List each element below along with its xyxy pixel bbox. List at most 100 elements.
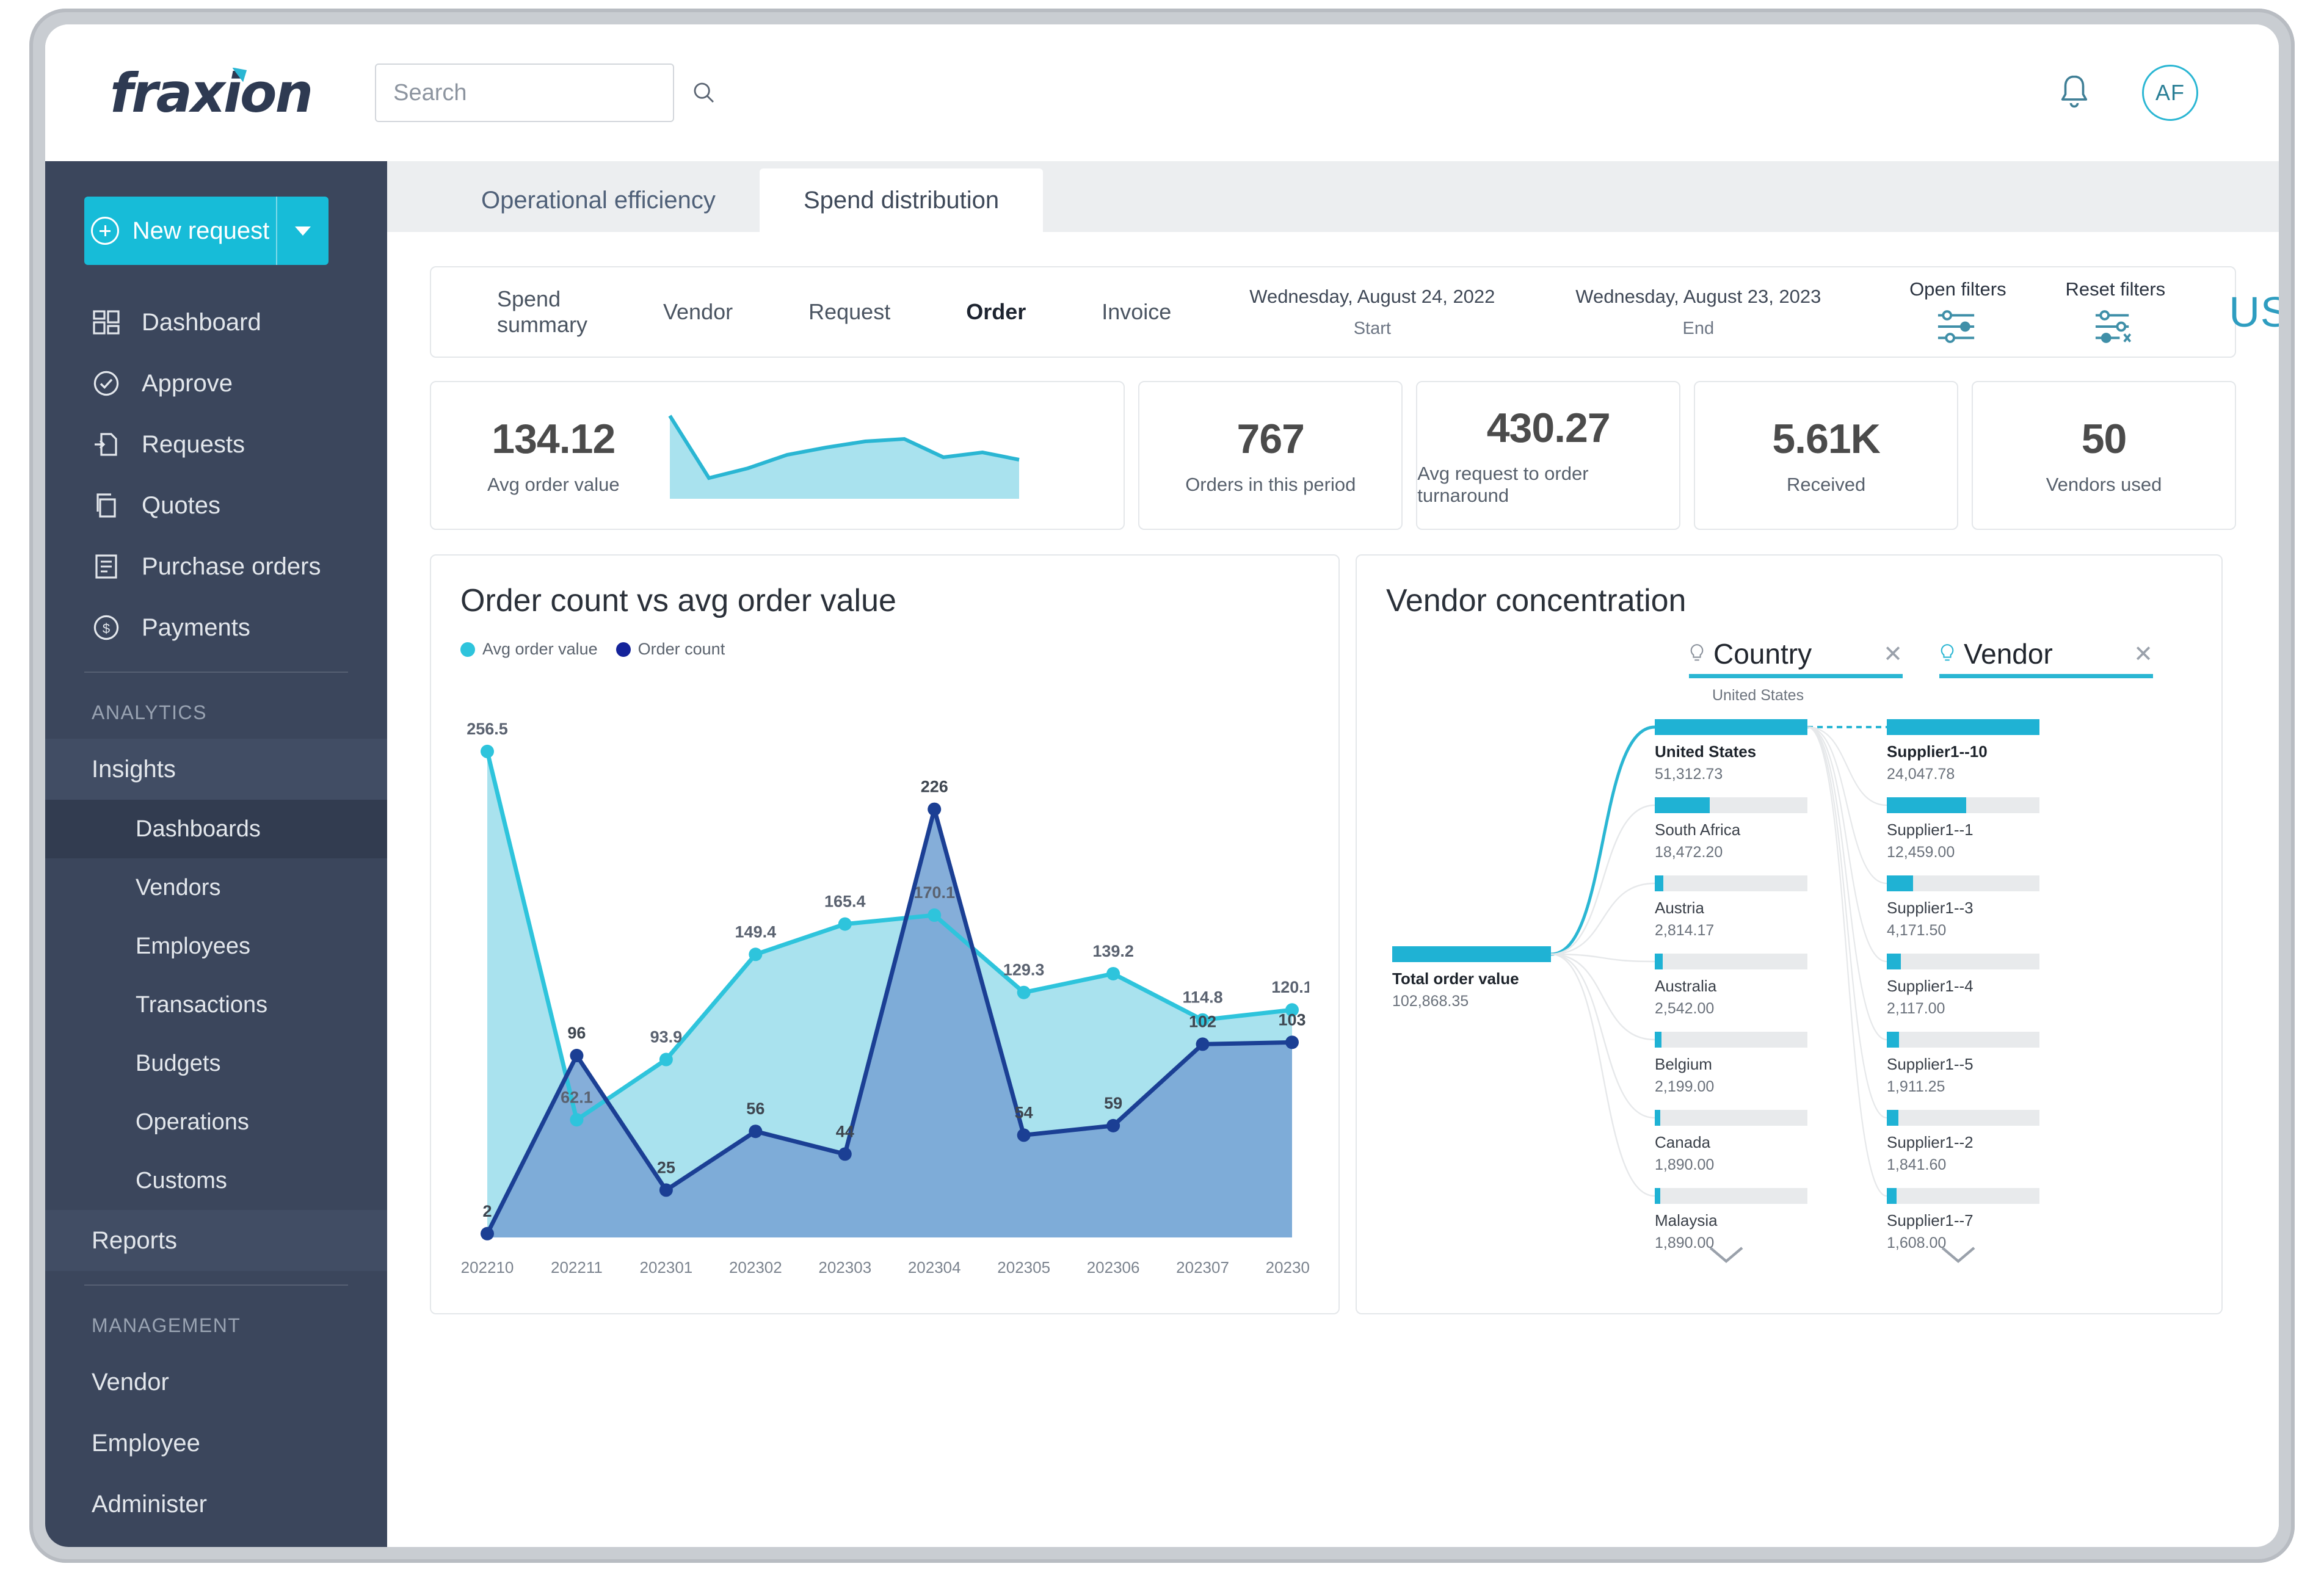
kpi-card-avg-order-value: 134.12 Avg order value [430,381,1125,530]
svg-text:93.9: 93.9 [650,1028,683,1046]
sankey-node[interactable]: Supplier1--3 4,171.50 [1887,875,2039,940]
sankey-root-node[interactable]: Total order value 102,868.35 [1392,946,1551,1010]
sankey-node[interactable]: Belgium 2,199.00 [1655,1032,1807,1096]
country-expand-chevron-down-icon[interactable] [1707,1244,1746,1265]
sparkline-chart [668,415,1020,499]
sidebar-item-purchase-orders[interactable]: Purchase orders [45,536,387,597]
filter-tab-order[interactable]: Order [928,299,1064,325]
sidebar-item-payments[interactable]: $ Payments [45,597,387,658]
root-value: 102,868.35 [1392,993,1469,1010]
sidebar-item-vendor[interactable]: Vendor [45,1352,387,1413]
user-avatar[interactable]: AF [2142,65,2198,121]
sankey-node[interactable]: Supplier1--1 12,459.00 [1887,797,2039,861]
sidebar-item-employees[interactable]: Employees [45,917,387,976]
new-request-label-wrap: New request [84,217,276,245]
svg-text:56: 56 [746,1099,764,1118]
start-date-field[interactable]: Wednesday, August 24, 2022 Start [1241,286,1503,339]
filter-tab-request[interactable]: Request [771,299,928,325]
sidebar-item-label: Employees [136,933,250,959]
svg-text:25: 25 [657,1158,675,1176]
legend-item-avg-order-value[interactable]: Avg order value [460,640,598,659]
document-arrow-icon [95,433,117,456]
sidebar-item-approve[interactable]: Approve [45,353,387,414]
sankey-node[interactable]: Supplier1--5 1,911.25 [1887,1032,2039,1096]
new-request-dropdown-toggle[interactable] [276,197,329,265]
sidebar-item-insights[interactable]: Insights [45,739,387,800]
search-input[interactable] [393,79,692,106]
kpi-value: 50 [2081,416,2127,462]
country-filter-selection: United States [1712,687,1804,704]
sankey-node[interactable]: Canada 1,890.00 [1655,1110,1807,1174]
filter-tab-vendor[interactable]: Vendor [625,299,771,325]
node-value: 4,171.50 [1887,922,1947,939]
country-filter-name: Country [1713,638,1812,670]
sidebar-item-transactions[interactable]: Transactions [45,976,387,1034]
node-fill [1655,1032,1661,1048]
node-value: 1,841.60 [1887,1156,1947,1173]
sidebar-item-label: Quotes [142,491,220,519]
filter-tab-invoice[interactable]: Invoice [1064,299,1209,325]
sankey-node[interactable]: Supplier1--2 1,841.60 [1887,1110,2039,1174]
sankey-node[interactable]: United States 51,312.73 [1655,719,1807,783]
sidebar-item-dashboard[interactable]: Dashboard [45,292,387,353]
svg-text:139.2: 139.2 [1092,942,1134,960]
sidebar-item-reports[interactable]: Reports [45,1210,387,1271]
sidebar-item-employee[interactable]: Employee [45,1413,387,1474]
sankey-node[interactable]: Supplier1--10 24,047.78 [1887,719,2039,783]
sidebar-item-requests[interactable]: Requests [45,414,387,475]
search-icon[interactable] [692,81,716,105]
node-track [1887,1110,2039,1126]
sliders-icon [1938,310,1975,343]
search-box[interactable] [375,63,714,122]
notifications-bell-icon[interactable] [2057,73,2092,112]
tab-label: Spend distribution [803,186,1000,214]
sankey-node[interactable]: Australia 2,542.00 [1655,954,1807,1018]
node-track [1655,797,1807,813]
app-logo[interactable]: fraxion [110,62,313,125]
country-filter[interactable]: Country ✕ United States [1689,637,1903,705]
sankey-node[interactable]: Supplier1--4 2,117.00 [1887,954,2039,1018]
legend-swatch [460,642,475,657]
node-name: Malaysia [1655,1211,1718,1230]
svg-text:54: 54 [1015,1103,1033,1121]
tab-spend-distribution[interactable]: Spend distribution [759,168,1044,232]
currency-indicator[interactable]: USD [2229,288,2279,336]
clear-vendor-icon[interactable]: ✕ [2133,640,2153,668]
sankey-node[interactable]: Supplier1--7 1,608.00 [1887,1188,2039,1252]
vendor-filter-row: Vendor ✕ [1939,637,2153,670]
sankey-node[interactable]: South Africa 18,472.20 [1655,797,1807,861]
sidebar-item-administer[interactable]: Administer [45,1474,387,1535]
sidebar-item-dashboards[interactable]: Dashboards [45,800,387,858]
sidebar-item-search[interactable]: Search [45,1535,387,1547]
clear-country-icon[interactable]: ✕ [1883,640,1903,668]
vendor-filter[interactable]: Vendor ✕ [1939,637,2153,705]
sankey-node[interactable]: Austria 2,814.17 [1655,875,1807,940]
open-filters-button[interactable]: Open filters [1897,278,2019,346]
sidebar-divider [84,672,348,673]
node-name: Supplier1--4 [1887,977,1974,995]
node-fill [1887,797,1966,813]
node-name: Australia [1655,977,1717,995]
legend-item-order-count[interactable]: Order count [615,640,725,659]
sankey-node[interactable]: Malaysia 1,890.00 [1655,1188,1807,1252]
sidebar-item-budgets[interactable]: Budgets [45,1034,387,1093]
svg-text:129.3: 129.3 [1003,961,1045,979]
new-request-button[interactable]: New request [84,197,329,265]
tab-operational-efficiency[interactable]: Operational efficiency [437,168,760,232]
chart-legend: Avg order value Order count [460,640,1309,659]
end-date-field[interactable]: Wednesday, August 23, 2023 End [1567,286,1829,339]
svg-text:2: 2 [482,1202,492,1220]
kpi-text: 430.27 Avg request to order turnaround [1417,404,1679,507]
sidebar-item-label: Vendors [136,874,221,900]
sidebar-item-customs[interactable]: Customs [45,1151,387,1210]
node-value: 18,472.20 [1655,844,1723,861]
start-date-value: Wednesday, August 24, 2022 [1249,285,1495,307]
sidebar-item-vendors[interactable]: Vendors [45,858,387,917]
sidebar-item-operations[interactable]: Operations [45,1093,387,1151]
sidebar-item-quotes[interactable]: Quotes [45,475,387,536]
node-track [1887,719,2039,735]
reset-filters-button[interactable]: Reset filters [2054,278,2176,346]
filter-tab-spend-summary[interactable]: Spend summary [459,286,625,338]
vendor-expand-chevron-down-icon[interactable] [1939,1244,1978,1265]
root-track [1392,946,1551,962]
